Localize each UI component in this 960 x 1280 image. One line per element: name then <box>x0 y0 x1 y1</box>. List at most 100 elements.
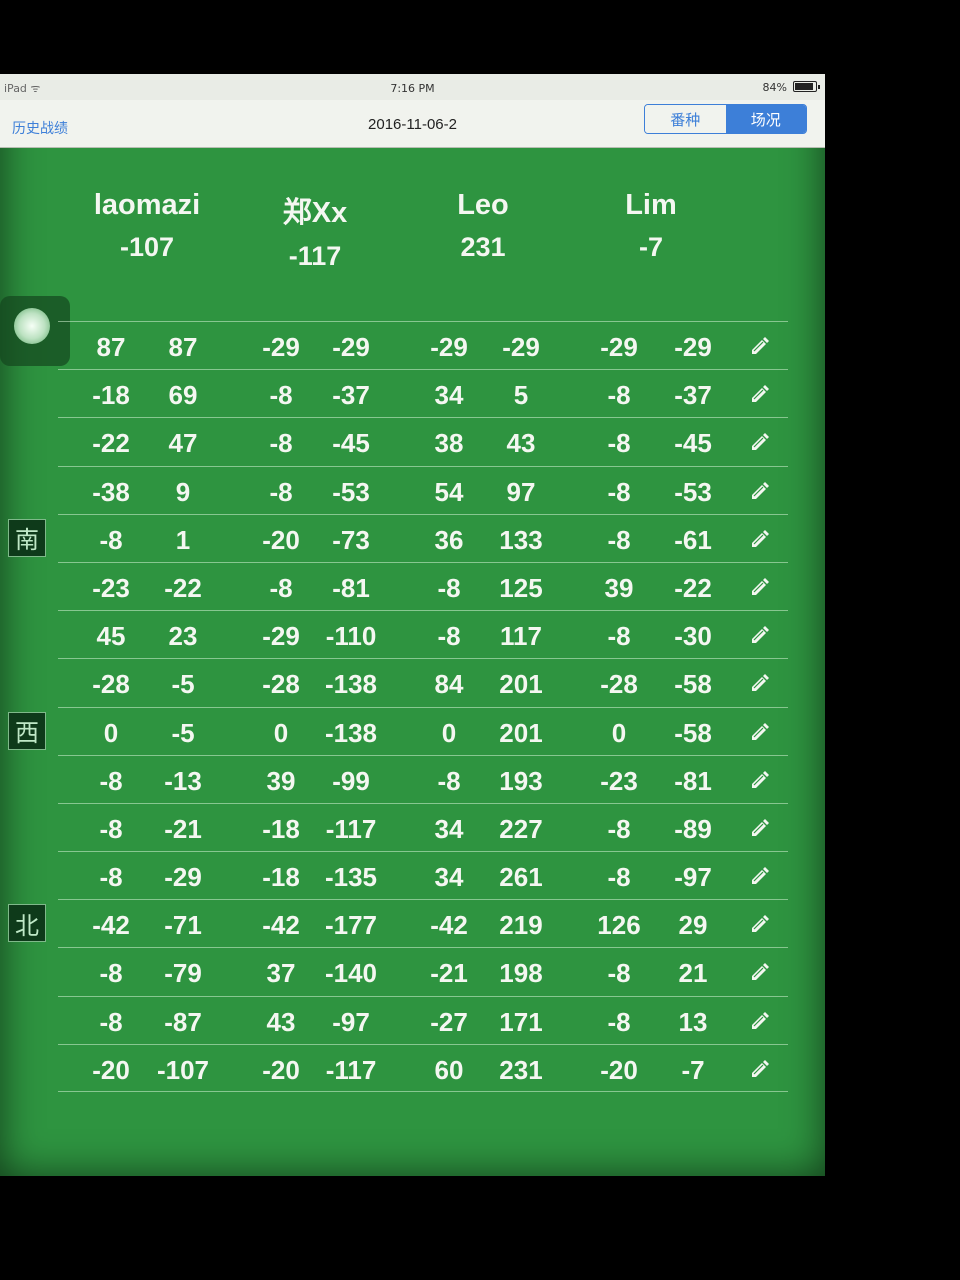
pencil-icon[interactable] <box>748 334 772 358</box>
wind-marker: 西 <box>8 711 46 750</box>
round-score-cell: 87 <box>96 332 126 362</box>
round-score-cell: -18 <box>262 813 300 844</box>
pencil-icon[interactable] <box>748 623 772 647</box>
segment-fan-types[interactable]: 番种 <box>645 105 726 133</box>
running-total-cell: -5 <box>171 669 195 700</box>
running-total-cell: 261 <box>499 862 543 893</box>
running-total-cell: -99 <box>332 765 370 796</box>
running-total-cell: 171 <box>499 1006 543 1037</box>
pencil-icon[interactable] <box>748 671 772 695</box>
round-score-cell: -8 <box>607 862 631 893</box>
round-score-cell: 36 <box>434 524 464 555</box>
pencil-icon[interactable] <box>748 1057 772 1081</box>
running-total-cell: -22 <box>674 572 712 603</box>
round-score-cell: -8 <box>607 524 631 555</box>
round-score-cell: -42 <box>92 910 130 941</box>
running-total-cell: -73 <box>332 524 370 555</box>
running-total-cell: 227 <box>499 813 543 844</box>
running-total-cell: -81 <box>674 765 712 796</box>
segment-game-status[interactable]: 场况 <box>725 105 806 133</box>
pencil-icon[interactable] <box>748 960 772 984</box>
round-score-cell: 34 <box>434 380 464 411</box>
round-score-cell: -29 <box>262 332 300 362</box>
round-score-cell: -38 <box>92 476 130 507</box>
running-total-cell: 9 <box>175 476 191 507</box>
round-score-cell: 38 <box>434 428 464 459</box>
running-total-cell: -13 <box>164 765 202 796</box>
round-score-cell: -42 <box>262 910 300 941</box>
wind-marker: 南 <box>8 518 46 557</box>
table-row: -8 1 -20 -73 36 133 -8 -61 <box>58 513 788 562</box>
pencil-icon[interactable] <box>748 864 772 888</box>
pencil-icon[interactable] <box>748 768 772 792</box>
running-total-cell: 87 <box>168 332 198 362</box>
running-total-cell: 29 <box>678 910 708 941</box>
round-score-cell: -8 <box>99 1006 123 1037</box>
pencil-icon[interactable] <box>748 912 772 936</box>
running-total-cell: 1 <box>175 524 191 555</box>
pencil-icon[interactable] <box>748 479 772 503</box>
round-score-cell: -8 <box>607 958 631 989</box>
table-row: -23 -22 -8 -81 -8 125 39 -22 <box>58 561 788 610</box>
running-total-cell: -79 <box>164 958 202 989</box>
round-score-cell: -23 <box>92 572 130 603</box>
running-total-cell: -29 <box>674 332 712 362</box>
pencil-icon[interactable] <box>748 430 772 454</box>
player-column-2: 郑Xx -117 <box>230 189 400 272</box>
round-score-cell: 39 <box>266 765 296 796</box>
navigation-bar: 历史战绩 2016-11-06-2 番种 场况 <box>0 100 825 148</box>
app-screen: iPad ᯤ 7:16 PM 84% 历史战绩 2016-11-06-2 番种 … <box>0 74 825 1176</box>
running-total-cell: 69 <box>168 380 198 411</box>
running-total-cell: 5 <box>513 380 529 411</box>
round-score-cell: -8 <box>607 813 631 844</box>
round-score-cell: -8 <box>269 428 293 459</box>
running-total-cell: -61 <box>674 524 712 555</box>
player-total: -117 <box>288 241 342 271</box>
running-total-cell: 219 <box>499 910 543 941</box>
table-row: -8 -87 43 -97 -27 171 -8 13 <box>58 995 788 1044</box>
running-total-cell: 43 <box>506 428 536 459</box>
player-column-3: Leo 231 <box>398 189 568 263</box>
round-score-cell: -29 <box>262 621 300 652</box>
running-total-cell: -58 <box>674 669 712 700</box>
table-row: -22 47 -8 -45 38 43 -8 -45 <box>58 417 788 465</box>
round-score-cell: -8 <box>607 428 631 459</box>
round-score-cell: -8 <box>269 572 293 603</box>
running-total-cell: -22 <box>164 572 202 603</box>
table-row: -38 9 -8 -53 54 97 -8 -53 <box>58 465 788 514</box>
round-score-cell: -8 <box>269 380 293 411</box>
player-name: Leo <box>457 189 509 221</box>
table-row: -8 -21 -18 -117 34 227 -8 -89 <box>58 802 788 851</box>
view-segmented-control: 番种 场况 <box>644 104 807 134</box>
pencil-icon[interactable] <box>748 382 772 406</box>
round-glow-icon <box>14 308 50 344</box>
running-total-cell: -89 <box>674 813 712 844</box>
round-score-cell: 0 <box>273 717 289 748</box>
battery-percent: 84% <box>762 81 787 94</box>
round-score-cell: -28 <box>92 669 130 700</box>
running-total-cell: 201 <box>499 669 543 700</box>
table-row: -28 -5 -28 -138 84 201 -28 -58 <box>58 658 788 706</box>
pencil-icon[interactable] <box>748 816 772 840</box>
player-name: Lim <box>625 189 677 221</box>
round-score-cell: -8 <box>607 1006 631 1037</box>
pencil-icon[interactable] <box>748 575 772 599</box>
round-score-cell: -20 <box>262 1054 300 1085</box>
pencil-icon[interactable] <box>748 720 772 744</box>
running-total-cell: -110 <box>325 621 377 652</box>
pencil-icon[interactable] <box>748 1009 772 1033</box>
round-score-cell: -8 <box>99 524 123 555</box>
round-score-cell: -8 <box>269 476 293 507</box>
player-name: laomazi <box>93 189 201 221</box>
round-score-cell: -8 <box>437 621 461 652</box>
player-total: 231 <box>460 232 506 262</box>
running-total-cell: -87 <box>164 1006 202 1037</box>
player-total: -107 <box>119 232 175 262</box>
player-total: -7 <box>638 232 663 262</box>
round-score-cell: 39 <box>604 572 634 603</box>
round-score-cell: -28 <box>600 669 638 700</box>
pencil-icon[interactable] <box>748 527 772 551</box>
player-column-4: Lim -7 <box>566 189 736 263</box>
round-score-cell: -20 <box>262 524 300 555</box>
round-score-cell: -18 <box>262 862 300 893</box>
